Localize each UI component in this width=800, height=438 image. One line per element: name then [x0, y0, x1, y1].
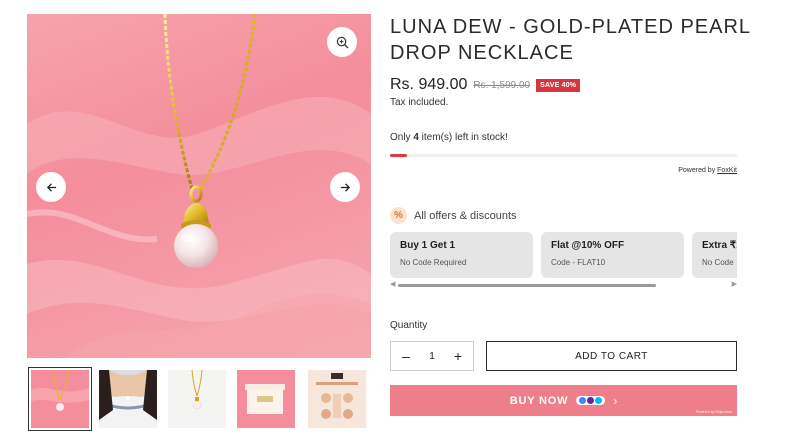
sale-price: Rs. 949.00 [390, 76, 468, 93]
quantity-label: Quantity [390, 320, 428, 331]
thumbnail-2[interactable] [99, 370, 157, 428]
price-row: Rs. 949.00 Rs. 1,599.00 SAVE 40% [390, 76, 581, 94]
percent-icon: % [390, 207, 407, 224]
offers-header: % All offers & discounts [390, 207, 517, 224]
upi-payment-icons [576, 396, 606, 405]
scroll-right-icon[interactable]: ▶ [732, 280, 737, 288]
offer-subtitle: No Code Required [400, 258, 467, 267]
thumbnail-image [168, 370, 226, 428]
offer-title: Flat @10% OFF [551, 240, 625, 251]
quantity-increase-button[interactable]: + [452, 348, 464, 364]
scrollbar-thumb[interactable] [398, 283, 656, 287]
offers-scrollbar[interactable]: ◀ ▶ [390, 280, 737, 288]
stock-message: Only 4 item(s) left in stock! [390, 132, 508, 143]
quantity-input[interactable] [420, 350, 444, 362]
thumbnail-image [99, 370, 157, 428]
buy-now-label: BUY NOW [509, 394, 569, 407]
powered-by-label: Powered by [678, 167, 718, 174]
quantity-decrease-button[interactable]: – [400, 348, 412, 364]
save-badge: SAVE 40% [536, 78, 581, 92]
quantity-stepper: – + [390, 341, 474, 371]
thumbnail-3[interactable] [168, 370, 226, 428]
offer-subtitle: Code - FLAT10 [551, 258, 606, 267]
gpay-icon [579, 397, 587, 404]
phonepe-icon [587, 397, 595, 404]
zoom-in-button[interactable] [327, 27, 357, 57]
compare-at-price: Rs. 1,599.00 [473, 79, 531, 91]
tax-note: Tax included. [390, 97, 449, 108]
thumbnail-5[interactable] [308, 370, 366, 428]
thumbnail-image [308, 370, 366, 428]
arrow-right-icon [340, 182, 350, 192]
shiprocket-powered-label: Powered by Shiprocket [696, 410, 732, 414]
product-title: LUNA DEW - GOLD-PLATED PEARL DROP NECKLA… [390, 16, 751, 64]
stock-suffix: item(s) left in stock! [418, 132, 508, 143]
thumbnail-image [237, 370, 295, 428]
scroll-left-icon[interactable]: ◀ [390, 280, 395, 288]
offers-carousel: Buy 1 Get 1 No Code Required Flat @10% O… [390, 232, 737, 278]
foxkit-link[interactable]: FoxKit [717, 167, 737, 174]
thumbnail-strip [27, 367, 371, 431]
paytm-icon [595, 397, 603, 404]
thumbnail-4[interactable] [237, 370, 295, 428]
next-image-button[interactable] [330, 172, 360, 202]
product-main-image[interactable] [27, 14, 371, 358]
thumbnail-1[interactable] [28, 367, 92, 431]
offer-title: Extra ₹1 [702, 240, 737, 251]
stock-progress-fill [390, 154, 408, 157]
buy-now-button[interactable]: BUY NOW › Powered by Shiprocket [390, 385, 737, 416]
stock-prefix: Only [390, 132, 414, 143]
offer-subtitle: No Code [702, 258, 734, 267]
powered-by-foxkit: Powered by FoxKit [678, 167, 737, 174]
offer-title: Buy 1 Get 1 [400, 240, 456, 251]
stock-progress-bar [390, 154, 737, 157]
arrow-left-icon [46, 182, 56, 192]
necklace-photo [27, 14, 371, 358]
offer-card[interactable]: Extra ₹1 No Code [692, 232, 737, 278]
previous-image-button[interactable] [36, 172, 66, 202]
thumbnail-image [31, 370, 89, 428]
offer-card[interactable]: Flat @10% OFF Code - FLAT10 [541, 232, 684, 278]
chevron-right-icon: › [613, 393, 618, 408]
zoom-in-icon [336, 36, 349, 49]
offer-card[interactable]: Buy 1 Get 1 No Code Required [390, 232, 533, 278]
offers-title: All offers & discounts [414, 209, 517, 222]
add-to-cart-button[interactable]: ADD TO CART [486, 341, 737, 371]
